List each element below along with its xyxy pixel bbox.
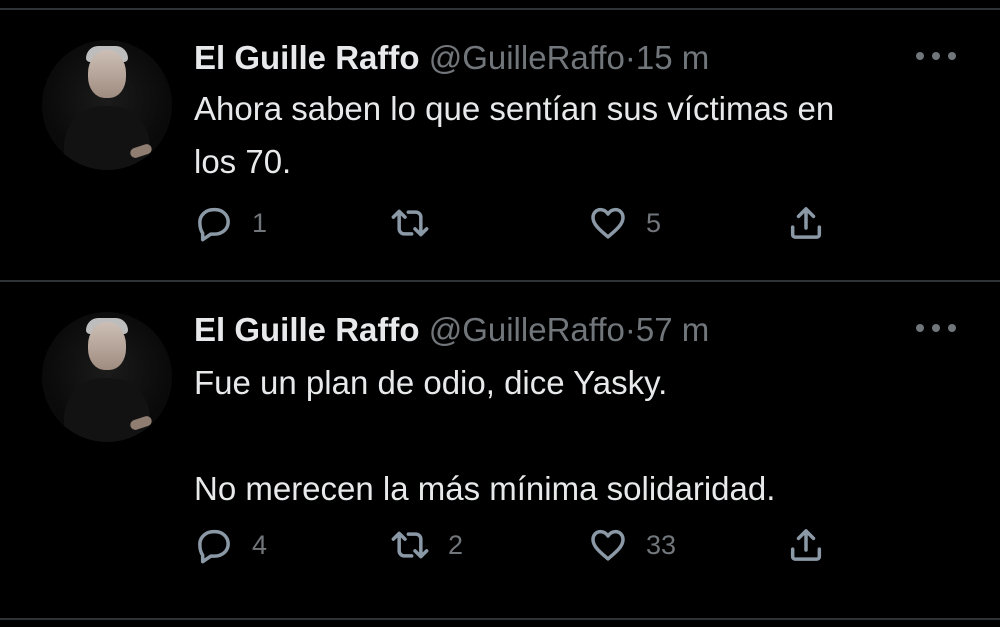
heart-icon bbox=[591, 207, 625, 239]
avatar[interactable] bbox=[42, 312, 172, 442]
like-button[interactable]: 33 bbox=[588, 525, 676, 565]
author-handle[interactable]: @GuilleRaffo bbox=[429, 39, 625, 76]
tweet[interactable]: El Guille Raffo @GuilleRaffo·57 m Fue un… bbox=[0, 282, 1000, 618]
tweet[interactable]: El Guille Raffo @GuilleRaffo·15 m Ahora … bbox=[0, 10, 1000, 280]
separator-dot: · bbox=[624, 311, 636, 348]
retweet-button[interactable]: 2 bbox=[390, 525, 463, 565]
reply-count: 1 bbox=[252, 207, 268, 238]
like-count: 5 bbox=[646, 207, 662, 238]
retweet-icon bbox=[391, 209, 429, 237]
retweet-button[interactable] bbox=[390, 203, 448, 243]
author-name[interactable]: El Guille Raffo bbox=[194, 311, 420, 348]
tweet-text: Ahora saben lo que sentían sus víctimas … bbox=[194, 90, 835, 180]
reply-button[interactable]: 4 bbox=[194, 525, 267, 565]
like-count: 33 bbox=[646, 529, 677, 560]
share-icon bbox=[790, 207, 822, 239]
separator-dot: · bbox=[624, 39, 636, 76]
more-icon[interactable] bbox=[916, 46, 956, 66]
tweet-text: Fue un plan de odio, dice Yasky. No mere… bbox=[194, 364, 776, 507]
reply-button[interactable]: 1 bbox=[194, 203, 267, 243]
author-handle[interactable]: @GuilleRaffo bbox=[429, 311, 625, 348]
reply-icon bbox=[198, 529, 230, 564]
timestamp[interactable]: 15 m bbox=[636, 39, 709, 76]
share-button[interactable] bbox=[786, 525, 826, 565]
share-icon bbox=[790, 529, 822, 561]
reply-count: 4 bbox=[252, 529, 268, 560]
heart-icon bbox=[591, 529, 625, 561]
tweet-header: El Guille Raffo @GuilleRaffo·57 m bbox=[194, 310, 709, 350]
avatar[interactable] bbox=[42, 40, 172, 170]
retweet-count: 2 bbox=[448, 529, 464, 560]
tweet-header: El Guille Raffo @GuilleRaffo·15 m bbox=[194, 38, 709, 78]
author-name[interactable]: El Guille Raffo bbox=[194, 39, 420, 76]
more-icon[interactable] bbox=[916, 318, 956, 338]
retweet-icon bbox=[391, 531, 429, 559]
like-button[interactable]: 5 bbox=[588, 203, 661, 243]
share-button[interactable] bbox=[786, 203, 826, 243]
bottom-divider bbox=[0, 618, 1000, 620]
timestamp[interactable]: 57 m bbox=[636, 311, 709, 348]
reply-icon bbox=[198, 207, 230, 242]
